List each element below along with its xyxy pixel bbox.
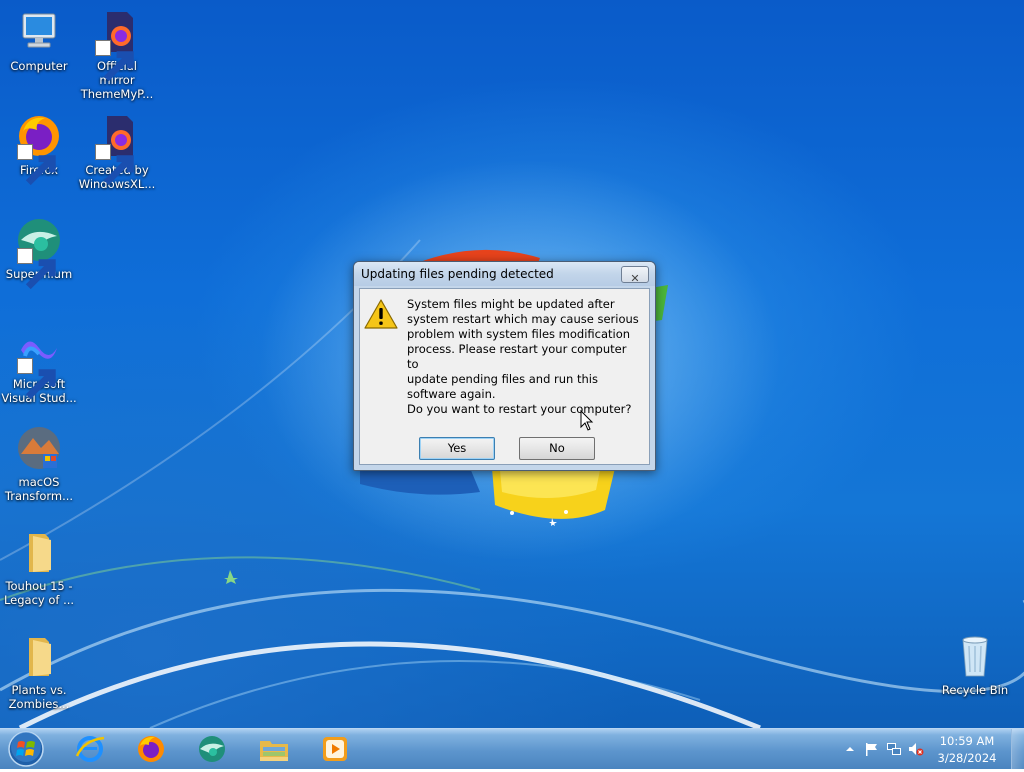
firefox-dev-icon [93,112,141,186]
start-button[interactable] [6,730,46,768]
mouse-cursor-icon [580,410,594,431]
desktop-icon-official-mirror[interactable]: Official mirror ThemeMyP... [78,8,156,101]
dialog-question: Do you want to restart your computer? [407,402,632,416]
desktop-icon-created-by[interactable]: Created by WindowsXL... [78,112,156,191]
network-icon[interactable] [886,741,902,757]
desktop-icon-recycle-bin[interactable]: Recycle Bin [936,632,1014,697]
desktop-icon-label: macOS Transform... [4,475,74,503]
no-button[interactable]: No [519,437,595,460]
recycle-bin-icon [951,632,999,680]
file-explorer-icon [260,741,288,761]
shortcut-arrow-icon [17,144,56,186]
firefox-icon [138,736,164,762]
dialog-title: Updating files pending detected [361,267,554,281]
folder-icon [15,632,63,680]
dialog-message: System files might be updated after syst… [407,297,639,401]
desktop-icon-label: Recycle Bin [941,683,1009,697]
taskbar-file-explorer[interactable] [248,731,300,767]
folder-icon [15,528,63,576]
clock-date[interactable]: 3/28/2024 [937,751,997,765]
shortcut-arrow-icon [17,248,56,290]
desktop-icon-visual-studio[interactable]: Microsoft Visual Stud... [0,326,78,405]
volume-muted-icon[interactable] [908,741,924,757]
taskbar-internet-explorer[interactable] [64,731,116,767]
desktop-icon-supermium[interactable]: Supermium [0,216,78,290]
shortcut-arrow-icon [95,40,134,82]
firefox-icon [15,112,63,186]
show-hidden-icons-arrow[interactable] [842,741,858,757]
taskbar: 10:59 AM 3/28/2024 [0,728,1024,769]
warning-icon [364,299,398,329]
desktop-icon-label: Computer [10,59,68,73]
taskbar-supermium[interactable] [186,731,238,767]
show-desktop-button[interactable] [1011,729,1024,769]
desktop-icon-macos-transformation[interactable]: macOS Transform... [0,424,78,503]
desktop-icon-pvz-folder[interactable]: Plants vs. Zombies... [0,632,78,711]
yes-button[interactable]: Yes [419,437,495,460]
firefox-dev-icon [93,8,141,82]
computer-icon [15,8,63,56]
action-center-flag-icon[interactable] [864,741,880,757]
shortcut-arrow-icon [95,144,134,186]
dialog-body: System files might be updated after syst… [359,288,650,465]
dialog-titlebar[interactable]: Updating files pending detected ✕ [354,262,655,286]
clock-time[interactable]: 10:59 AM [937,734,997,748]
supermium-icon [199,736,225,762]
system-tray: 10:59 AM 3/28/2024 [834,729,1024,769]
taskbar-media-player[interactable] [309,731,361,767]
internet-explorer-icon [75,736,105,762]
desktop-icon-touhou-folder[interactable]: Touhou 15 - Legacy of ... [0,528,78,607]
desktop-icon-computer[interactable]: Computer [0,8,78,73]
visual-studio-icon [15,326,63,400]
windows-start-orb [8,731,44,767]
shortcut-arrow-icon [17,358,56,400]
taskbar-firefox[interactable] [125,731,177,767]
media-player-icon [323,737,347,761]
close-button[interactable]: ✕ [621,266,649,285]
macos-transformation-icon [15,424,63,472]
desktop-icon-label: Plants vs. Zombies... [8,683,70,711]
desktop: Computer Official mirror ThemeMyP... Fir… [0,0,1024,728]
desktop-icon-firefox[interactable]: Firefox [0,112,78,186]
desktop-icon-label: Touhou 15 - Legacy of ... [3,579,75,607]
supermium-icon [15,216,63,290]
restart-dialog: Updating files pending detected ✕ System… [353,261,656,471]
close-icon: ✕ [630,272,640,285]
